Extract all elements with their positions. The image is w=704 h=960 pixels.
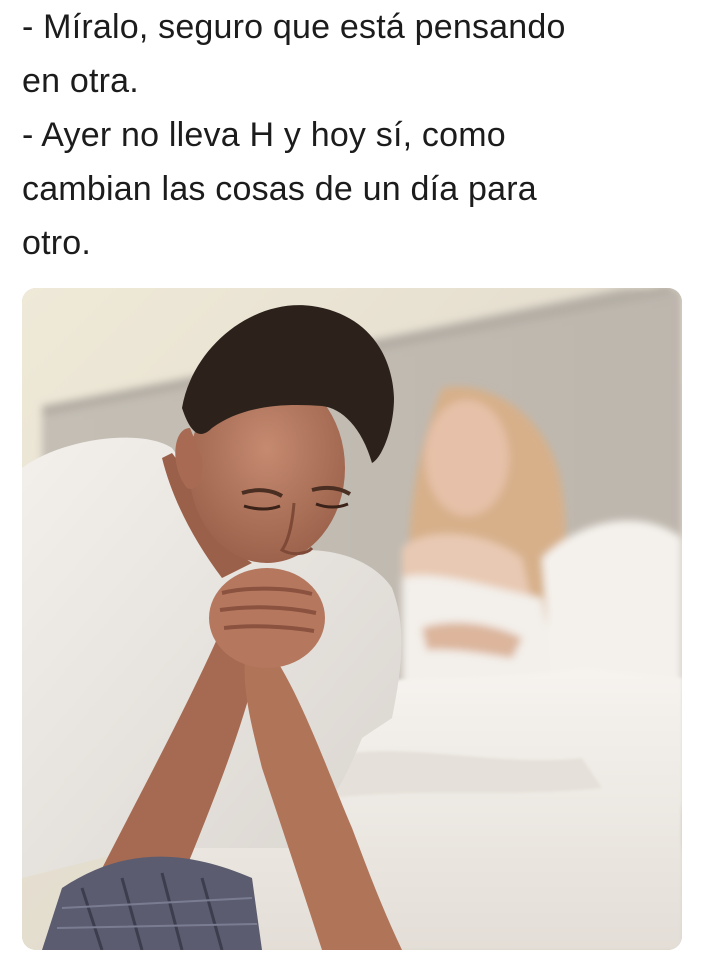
- caption-line-4: cambian las cosas de un día para: [22, 170, 537, 208]
- meme-caption: - Míralo, seguro que está pensando en ot…: [22, 0, 692, 270]
- photo-illustration: [22, 288, 682, 950]
- caption-line-5: otro.: [22, 224, 92, 262]
- man-hands: [209, 568, 325, 668]
- caption-line-2: en otra.: [22, 62, 139, 100]
- meme-photo: [22, 288, 682, 950]
- caption-line-1: - Míralo, seguro que está pensando: [22, 8, 566, 46]
- meme-post: - Míralo, seguro que está pensando en ot…: [0, 0, 704, 960]
- caption-line-3: - Ayer no lleva H y hoy sí, como: [22, 116, 506, 154]
